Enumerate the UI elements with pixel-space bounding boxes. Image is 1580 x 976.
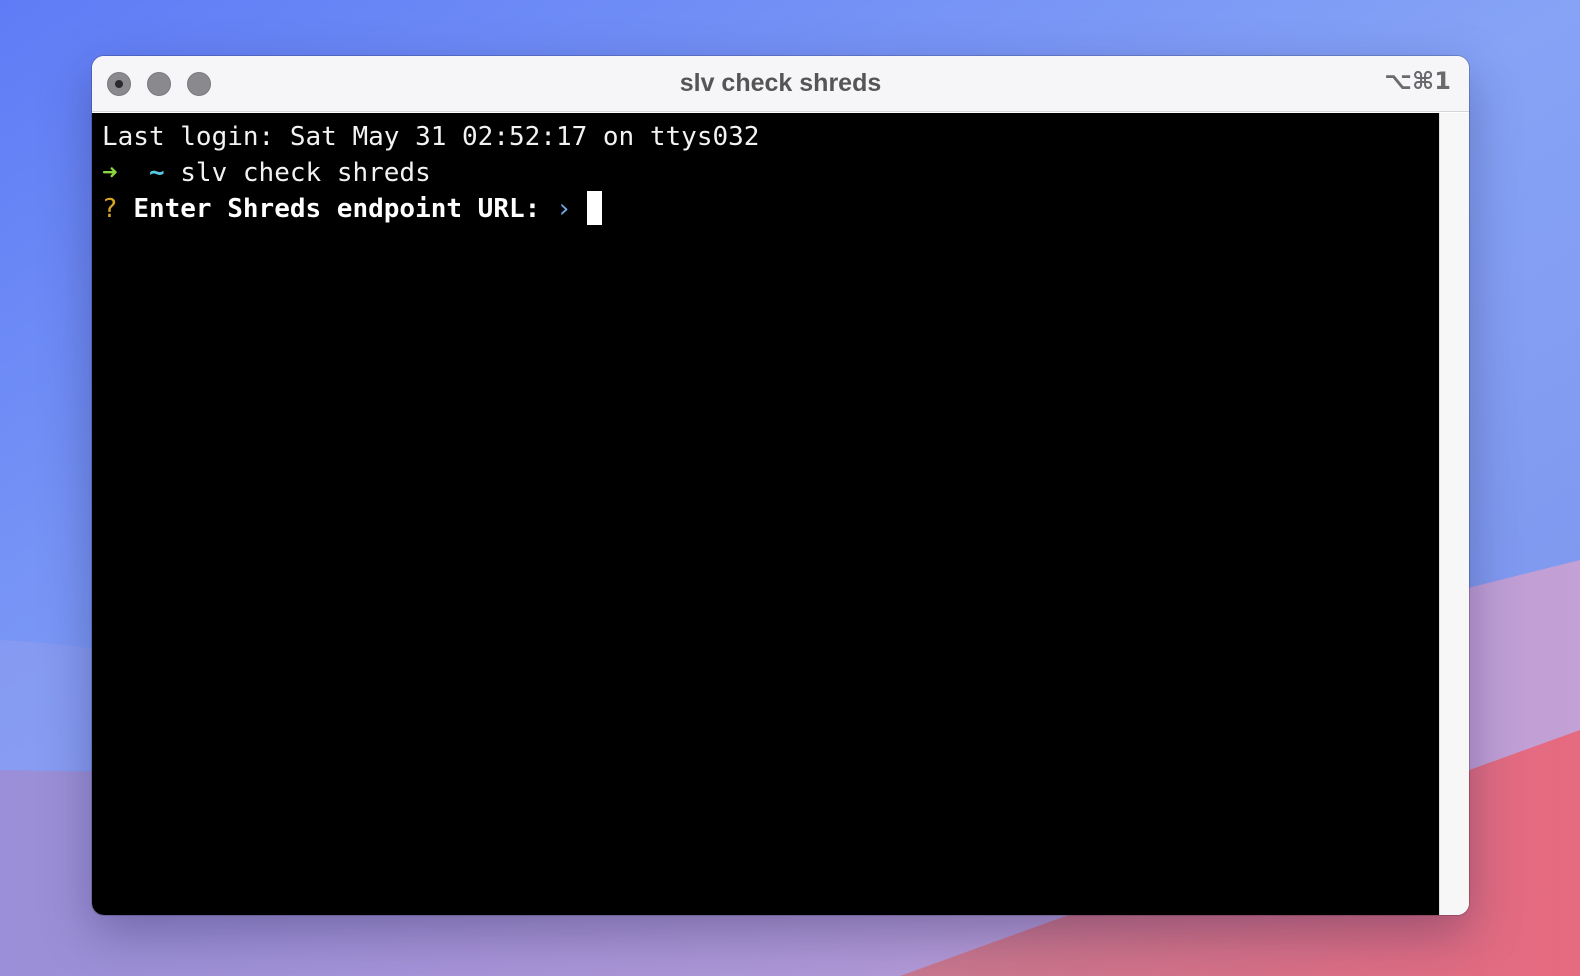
terminal-output[interactable]: Last login: Sat May 31 02:52:17 on ttys0… bbox=[92, 113, 1439, 915]
prompt-question: Enter Shreds endpoint URL: bbox=[133, 194, 541, 224]
command-text: slv check shreds bbox=[180, 158, 431, 188]
last-login-line: Last login: Sat May 31 02:52:17 on ttys0… bbox=[102, 122, 760, 152]
title-bar[interactable]: slv check shreds ⌥⌘1 bbox=[92, 56, 1469, 112]
terminal-window: slv check shreds ⌥⌘1 Last login: Sat May… bbox=[92, 56, 1469, 915]
scrollbar[interactable] bbox=[1439, 113, 1469, 915]
input-prompt-line[interactable]: ? Enter Shreds endpoint URL: › bbox=[102, 190, 1439, 227]
window-title: slv check shreds bbox=[679, 69, 882, 97]
prompt-directory: ~ bbox=[148, 158, 165, 188]
question-mark-icon: ? bbox=[102, 194, 118, 224]
window-shortcut-label: ⌥⌘1 bbox=[1384, 67, 1451, 95]
input-chevron-icon: › bbox=[555, 194, 572, 224]
prompt-arrow-icon: ➜ bbox=[102, 158, 118, 188]
command-line: ➜ ~ slv check shreds bbox=[102, 155, 1439, 191]
text-cursor bbox=[587, 190, 603, 225]
